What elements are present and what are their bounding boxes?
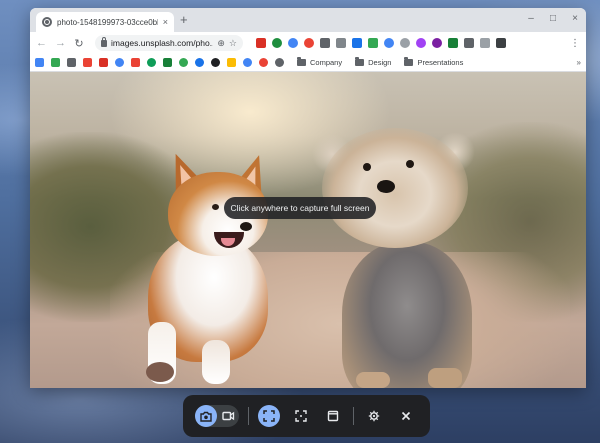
close-icon [401,411,411,421]
screen-record-mode-button[interactable] [217,405,239,427]
bookmark-folder-presentations[interactable]: Presentations [404,57,464,67]
yorkie-right-paw [428,368,462,388]
capture-mode-toggle [195,405,239,427]
close-window-button[interactable]: × [570,12,580,26]
bookmark-icon[interactable] [211,58,220,67]
corgi-paw [146,362,174,382]
gear-icon [368,410,380,422]
zoom-icon[interactable]: ⊕ [217,38,225,49]
screen-extension-icon[interactable] [320,38,330,48]
bookmark-folder-design[interactable]: Design [355,57,392,67]
drive-bookmark-icon[interactable] [51,58,60,67]
address-url: images.unsplash.com/pho... [111,38,214,48]
bookmark-icon[interactable] [195,58,204,67]
bookmark-icon[interactable] [147,58,156,67]
puzzle-extension-icon[interactable] [368,38,378,48]
tab-title: photo-1548199973-03cce0bbc8... [57,17,158,27]
yorkie-nose [377,180,395,193]
gmail-bookmark-icon[interactable] [99,58,108,67]
shield-extension-icon[interactable] [352,38,362,48]
maximize-button[interactable]: □ [548,12,558,26]
bookmark-icon[interactable] [259,58,268,67]
folder-icon [404,57,414,66]
google-extension-icon[interactable] [400,38,410,48]
dogs-photo[interactable] [30,72,586,388]
new-tab-button[interactable]: + [180,13,188,27]
video-camera-icon [221,411,234,421]
capture-fullscreen-button[interactable] [258,405,280,427]
pen-extension-icon[interactable] [480,38,490,48]
bookmarks-bar: Company Design Presentations » [30,54,586,72]
bookmark-icon[interactable] [131,58,140,67]
bookmark-icon[interactable] [243,58,252,67]
yorkie-right-eye [406,160,414,168]
bookmark-folder-company[interactable]: Company [297,57,343,67]
bookmark-icon[interactable] [227,58,236,67]
eye-extension-icon[interactable] [432,38,442,48]
close-capture-button[interactable] [395,405,417,427]
sheet-extension-icon[interactable] [448,38,458,48]
capture-settings-button[interactable] [363,405,385,427]
yorkie-left-eye [363,163,371,171]
tab-strip: photo-1548199973-03cce0bbc8... × + – □ × [30,8,586,32]
yorkie-body [342,242,472,388]
window-icon [327,410,339,422]
window-controls: – □ × [526,12,580,26]
corgi-eye [212,204,219,210]
yorkie-left-paw [356,372,390,388]
bookmark-folder-label: Design [368,58,392,67]
grid-extension-icon[interactable] [336,38,346,48]
purple-extension-icon[interactable] [416,38,426,48]
blue-extension-icon[interactable] [288,38,298,48]
globe-icon [42,17,52,27]
screenshot-mode-button[interactable] [195,405,217,427]
camera-icon [200,411,212,422]
browser-toolbar: ← → ↻ images.unsplash.com/pho... ⊕ ☆ ⋮ [30,32,586,54]
bookmark-folder-label: Company [310,58,343,67]
red-extension-icon[interactable] [304,38,314,48]
bookmark-icon[interactable] [163,58,172,67]
minimize-button[interactable]: – [526,12,536,26]
toolbar-divider [248,407,249,425]
fullscreen-icon [263,410,275,422]
folder-icon [297,57,306,66]
address-bar[interactable]: images.unsplash.com/pho... ⊕ ☆ [95,35,243,51]
partial-screen-icon [295,410,307,422]
corgi-back-leg [202,340,230,384]
screen-capture-bar [183,395,430,437]
cast-extension-icon[interactable] [496,38,506,48]
bookmarks-more-button[interactable]: » [577,58,581,67]
more-menu-icon[interactable]: ⋮ [570,38,580,49]
capture-hint-tooltip: Click anywhere to capture full screen [224,197,376,219]
bookmark-star-icon[interactable]: ☆ [229,38,237,49]
bookmark-icon[interactable] [83,58,92,67]
bookmark-folder-label: Presentations [417,58,464,67]
capture-partial-button[interactable] [290,405,312,427]
extensions-row [256,38,506,48]
heart-extension-icon[interactable] [384,38,394,48]
bookmark-icon[interactable] [275,58,284,67]
tab-close-button[interactable]: × [163,17,168,27]
bookmark-icon[interactable] [67,58,76,67]
corgi-nose [240,222,252,231]
folder-icon [355,57,365,66]
browser-tab[interactable]: photo-1548199973-03cce0bbc8... × [36,12,174,32]
toolbar-divider [353,407,354,425]
yorkie-head [322,128,468,248]
forward-arrow-icon[interactable]: → [55,37,66,49]
gmail-extension-icon[interactable] [256,38,266,48]
check-extension-icon[interactable] [272,38,282,48]
docs-bookmark-icon[interactable] [35,58,44,67]
capture-window-button[interactable] [322,405,344,427]
thumb-extension-icon[interactable] [464,38,474,48]
lock-icon [101,36,107,47]
bookmark-icon[interactable] [115,58,124,67]
back-arrow-icon[interactable]: ← [36,37,47,49]
reload-icon[interactable]: ↻ [74,37,84,50]
bookmark-icon[interactable] [179,58,188,67]
